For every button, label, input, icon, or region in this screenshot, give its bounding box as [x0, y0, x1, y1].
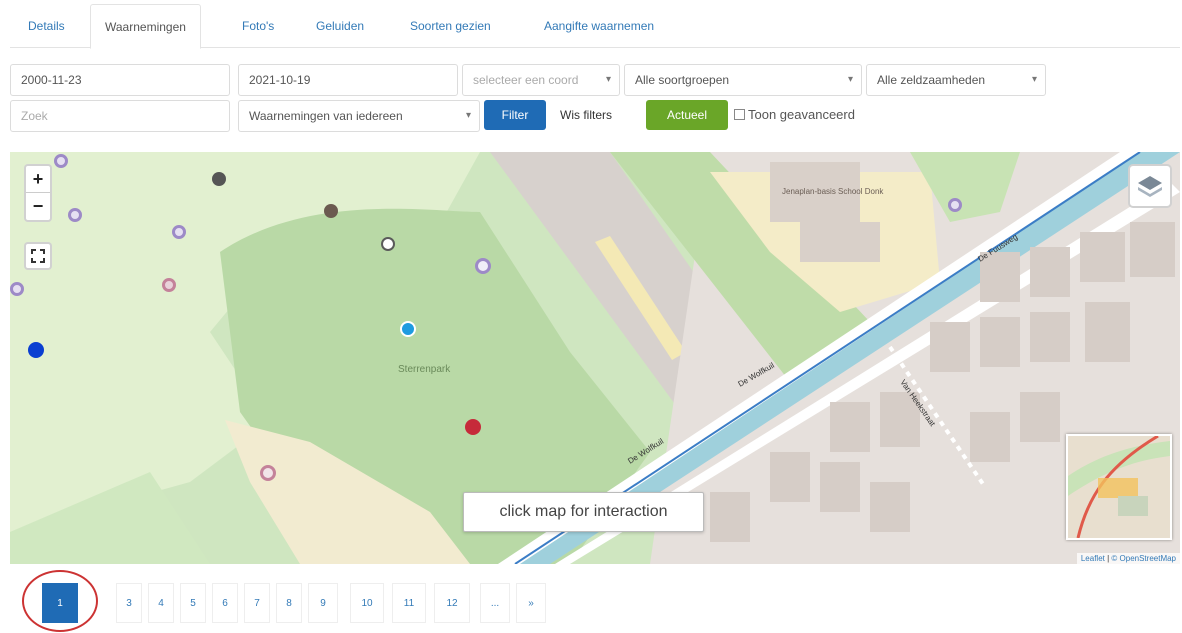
map-interaction-hint[interactable]: click map for interaction: [463, 492, 704, 532]
fullscreen-button[interactable]: [24, 242, 52, 270]
layers-button[interactable]: [1128, 164, 1172, 208]
school-label: Jenaplan-basis School Donk: [782, 187, 884, 196]
park-label: Sterrenpark: [398, 364, 451, 375]
tab-waarnemingen[interactable]: Waarnemingen: [90, 4, 201, 49]
page-5[interactable]: 5: [180, 583, 206, 623]
species-group-value: Alle soortgroepen: [635, 73, 730, 87]
search-input[interactable]: Zoek: [10, 100, 230, 132]
minimap-tiles: [1068, 436, 1170, 538]
observation-marker[interactable]: [212, 172, 226, 186]
observation-marker[interactable]: [948, 198, 962, 212]
chevron-down-icon: ▾: [847, 74, 853, 85]
zoom-in-button[interactable]: +: [26, 166, 50, 193]
page-9[interactable]: 9: [308, 583, 338, 623]
tab-bar: Details Waarnemingen Foto's Geluiden Soo…: [10, 4, 1180, 49]
page-11[interactable]: 11: [392, 583, 426, 623]
layers-icon: [1138, 176, 1162, 197]
date-from-input[interactable]: 2000-11-23: [10, 64, 230, 96]
observer-select[interactable]: Waarnemingen van iedereen ▾: [238, 100, 480, 132]
observation-marker[interactable]: [162, 278, 176, 292]
observation-marker[interactable]: [54, 154, 68, 168]
next-page-button[interactable]: »: [516, 583, 546, 623]
observer-value: Waarnemingen van iedereen: [249, 109, 403, 123]
advanced-label: Toon geavanceerd: [748, 107, 855, 122]
active-button[interactable]: Actueel: [646, 100, 728, 130]
osm-link[interactable]: © OpenStreetMap: [1111, 554, 1176, 563]
minimap[interactable]: [1066, 434, 1172, 540]
advanced-toggle[interactable]: Toon geavanceerd: [734, 100, 855, 130]
tab-details[interactable]: Details: [14, 4, 79, 48]
leaflet-link[interactable]: Leaflet: [1081, 554, 1105, 563]
observation-map[interactable]: De Wolfkuil De Fuusweg Van Heekstraat De…: [10, 152, 1180, 564]
minus-icon: −: [32, 196, 44, 216]
observation-marker[interactable]: [260, 465, 276, 481]
clear-filters-button[interactable]: Wis filters: [560, 100, 612, 130]
fullscreen-icon: [31, 249, 45, 263]
observation-marker[interactable]: [400, 321, 416, 337]
zoom-control: + −: [24, 164, 52, 222]
tab-fotos[interactable]: Foto's: [228, 4, 288, 48]
page-8[interactable]: 8: [276, 583, 302, 623]
observation-marker[interactable]: [475, 258, 491, 274]
observation-marker[interactable]: [465, 419, 481, 435]
plus-icon: +: [32, 169, 44, 189]
observation-marker[interactable]: [172, 225, 186, 239]
filter-button[interactable]: Filter: [484, 100, 546, 130]
observation-marker[interactable]: [324, 204, 338, 218]
map-attribution: Leaflet | © OpenStreetMap: [1076, 553, 1180, 564]
observation-marker[interactable]: [68, 208, 82, 222]
coord-select[interactable]: selecteer een coord ▾: [462, 64, 620, 96]
zoom-out-button[interactable]: −: [26, 193, 50, 220]
chevron-down-icon: ▾: [1031, 74, 1037, 85]
chevron-down-icon: ▾: [465, 110, 471, 121]
observation-marker[interactable]: [10, 282, 24, 296]
page-7[interactable]: 7: [244, 583, 270, 623]
rarity-select[interactable]: Alle zeldzaamheden ▾: [866, 64, 1046, 96]
chevron-down-icon: ▾: [605, 74, 611, 85]
rarity-value: Alle zeldzaamheden: [877, 73, 986, 87]
highlight-circle: [22, 570, 98, 632]
tab-aangifte[interactable]: Aangifte waarnemen: [530, 4, 668, 48]
page-12[interactable]: 12: [434, 583, 470, 623]
page-4[interactable]: 4: [148, 583, 174, 623]
tab-geluiden[interactable]: Geluiden: [302, 4, 378, 48]
advanced-checkbox[interactable]: [734, 109, 745, 120]
observation-marker[interactable]: [28, 342, 44, 358]
coord-placeholder: selecteer een coord: [473, 73, 579, 87]
species-group-select[interactable]: Alle soortgroepen ▾: [624, 64, 862, 96]
page-6[interactable]: 6: [212, 583, 238, 623]
page-3[interactable]: 3: [116, 583, 142, 623]
observation-marker[interactable]: [381, 237, 395, 251]
page-ellipsis: ...: [480, 583, 510, 623]
page-10[interactable]: 10: [350, 583, 384, 623]
date-to-input[interactable]: 2021-10-19: [238, 64, 458, 96]
tab-soorten-gezien[interactable]: Soorten gezien: [396, 4, 505, 48]
